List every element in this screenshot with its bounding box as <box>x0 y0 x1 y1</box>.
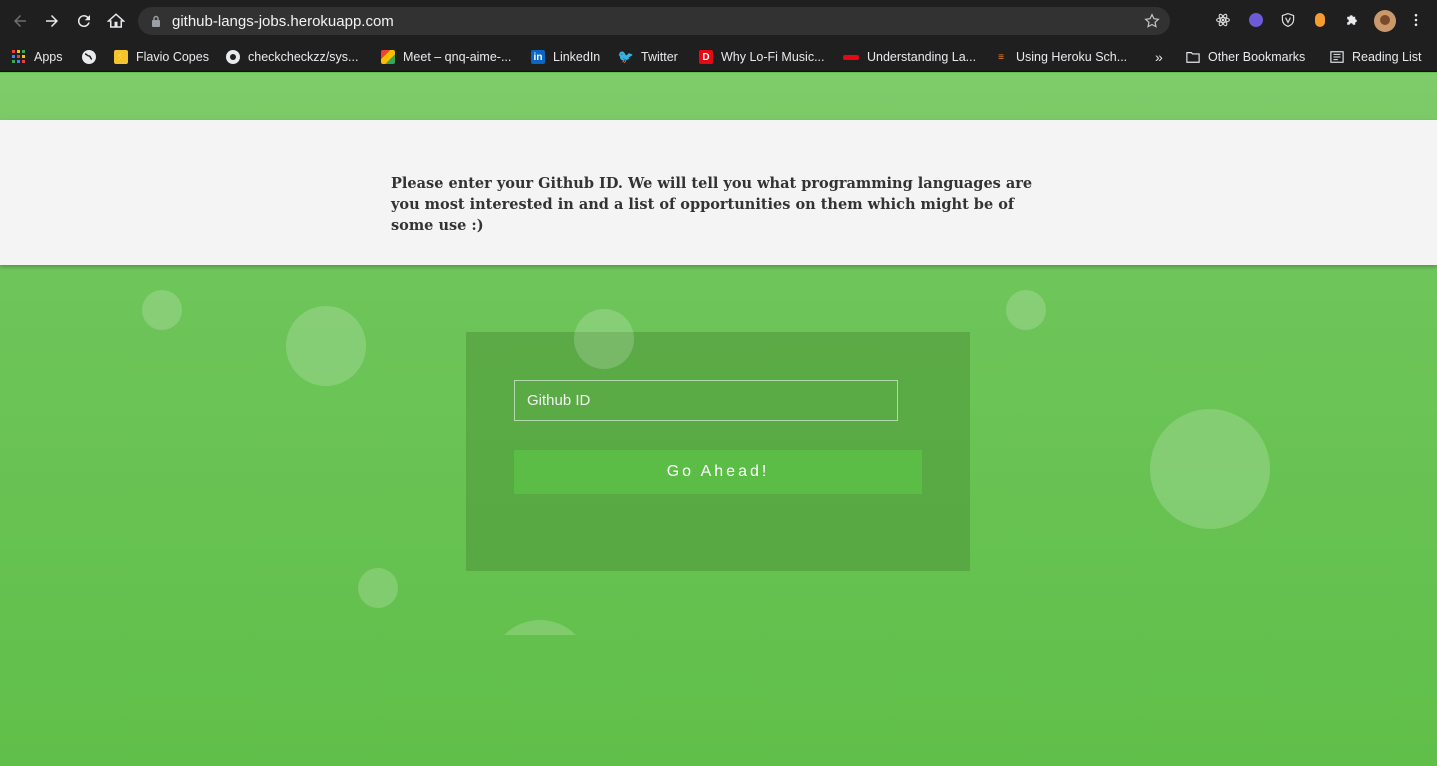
bookmark-github[interactable]: checkcheckzz/sys... <box>226 47 358 67</box>
bookmarks-bar: Apps ⚡ Flavio Copes checkcheckzz/sys... … <box>0 42 1437 72</box>
apps-grid-icon <box>12 50 26 64</box>
decorative-bubble <box>1150 409 1270 529</box>
decorative-bubble <box>490 620 590 635</box>
puzzle-extensions-icon[interactable] <box>1343 11 1361 29</box>
reading-list-button[interactable]: Reading List <box>1330 47 1422 67</box>
reading-list-icon <box>1330 50 1344 64</box>
red-bar-icon <box>843 54 859 60</box>
extension-orange-icon[interactable] <box>1311 11 1329 29</box>
decorative-bubble <box>1006 290 1046 330</box>
page-content: Please enter your Github ID. We will tel… <box>0 73 1437 766</box>
url-text: github-langs-jobs.herokuapp.com <box>172 13 394 30</box>
profile-avatar[interactable] <box>1374 10 1396 32</box>
d-icon: D <box>699 50 713 64</box>
bookmark-label: Flavio Copes <box>136 50 209 64</box>
back-arrow-icon[interactable] <box>8 9 32 33</box>
linkedin-icon: in <box>531 50 545 64</box>
overflow-chevron: » <box>1155 49 1163 65</box>
twitter-icon: 🐦 <box>617 49 635 64</box>
bookmark-apps[interactable]: Apps <box>12 47 63 67</box>
decorative-bubble <box>358 568 398 608</box>
bookmark-flavio-copes[interactable]: ⚡ Flavio Copes <box>114 47 209 67</box>
intro-banner: Please enter your Github ID. We will tel… <box>0 120 1437 265</box>
other-bookmarks-folder[interactable]: Other Bookmarks <box>1186 47 1305 67</box>
bookmark-label: Twitter <box>641 50 678 64</box>
bookmark-heroku[interactable]: ≡ Using Heroku Sch... <box>994 47 1127 67</box>
react-devtools-icon[interactable] <box>1214 11 1232 29</box>
bookmark-label: Using Heroku Sch... <box>1016 50 1128 64</box>
bookmark-lofi[interactable]: D Why Lo-Fi Music... <box>699 47 825 67</box>
github-form: Go Ahead! <box>466 332 970 571</box>
bookmark-label: checkcheckzz/sys... <box>248 50 359 64</box>
forward-arrow-icon[interactable] <box>40 9 64 33</box>
browser-toolbar: github-langs-jobs.herokuapp.com <box>0 0 1437 42</box>
bookmark-label: Meet – qnq-aime-... <box>403 50 512 64</box>
bookmark-meet[interactable]: Meet – qnq-aime-... <box>381 47 511 67</box>
bookmark-label: Why Lo-Fi Music... <box>721 50 825 64</box>
bookmark-linkedin[interactable]: in LinkedIn <box>531 47 600 67</box>
bookmark-globe[interactable] <box>82 47 104 67</box>
lock-icon <box>152 15 160 27</box>
bookmarks-overflow-button[interactable]: » <box>1155 47 1163 67</box>
decorative-bubble <box>574 309 634 369</box>
reload-icon[interactable] <box>72 9 96 33</box>
bookmark-label: Apps <box>34 50 63 64</box>
reading-list-label: Reading List <box>1352 50 1422 64</box>
meet-icon <box>381 50 395 64</box>
bookmark-star-icon[interactable] <box>1144 13 1160 29</box>
flavio-copes-icon: ⚡ <box>114 50 128 64</box>
shield-extension-icon[interactable] <box>1279 11 1297 29</box>
stackoverflow-icon: ≡ <box>998 51 1004 63</box>
bookmark-label: Understanding La... <box>867 50 977 64</box>
home-icon[interactable] <box>104 9 128 33</box>
other-bookmarks-label: Other Bookmarks <box>1208 50 1306 64</box>
extension-purple-icon[interactable] <box>1247 11 1265 29</box>
bookmark-label: LinkedIn <box>553 50 601 64</box>
github-id-input[interactable] <box>514 380 898 421</box>
browser-menu-icon[interactable] <box>1407 11 1425 29</box>
folder-icon <box>1186 50 1200 64</box>
intro-text: Please enter your Github ID. We will tel… <box>391 175 1033 234</box>
globe-icon <box>82 50 96 64</box>
address-bar[interactable]: github-langs-jobs.herokuapp.com <box>138 7 1170 35</box>
decorative-bubble <box>286 306 366 386</box>
decorative-bubble <box>142 290 182 330</box>
bookmark-twitter[interactable]: 🐦 Twitter <box>617 47 678 67</box>
github-icon <box>226 50 240 64</box>
bookmark-understanding[interactable]: Understanding La... <box>843 47 976 67</box>
go-ahead-button[interactable]: Go Ahead! <box>514 450 922 494</box>
